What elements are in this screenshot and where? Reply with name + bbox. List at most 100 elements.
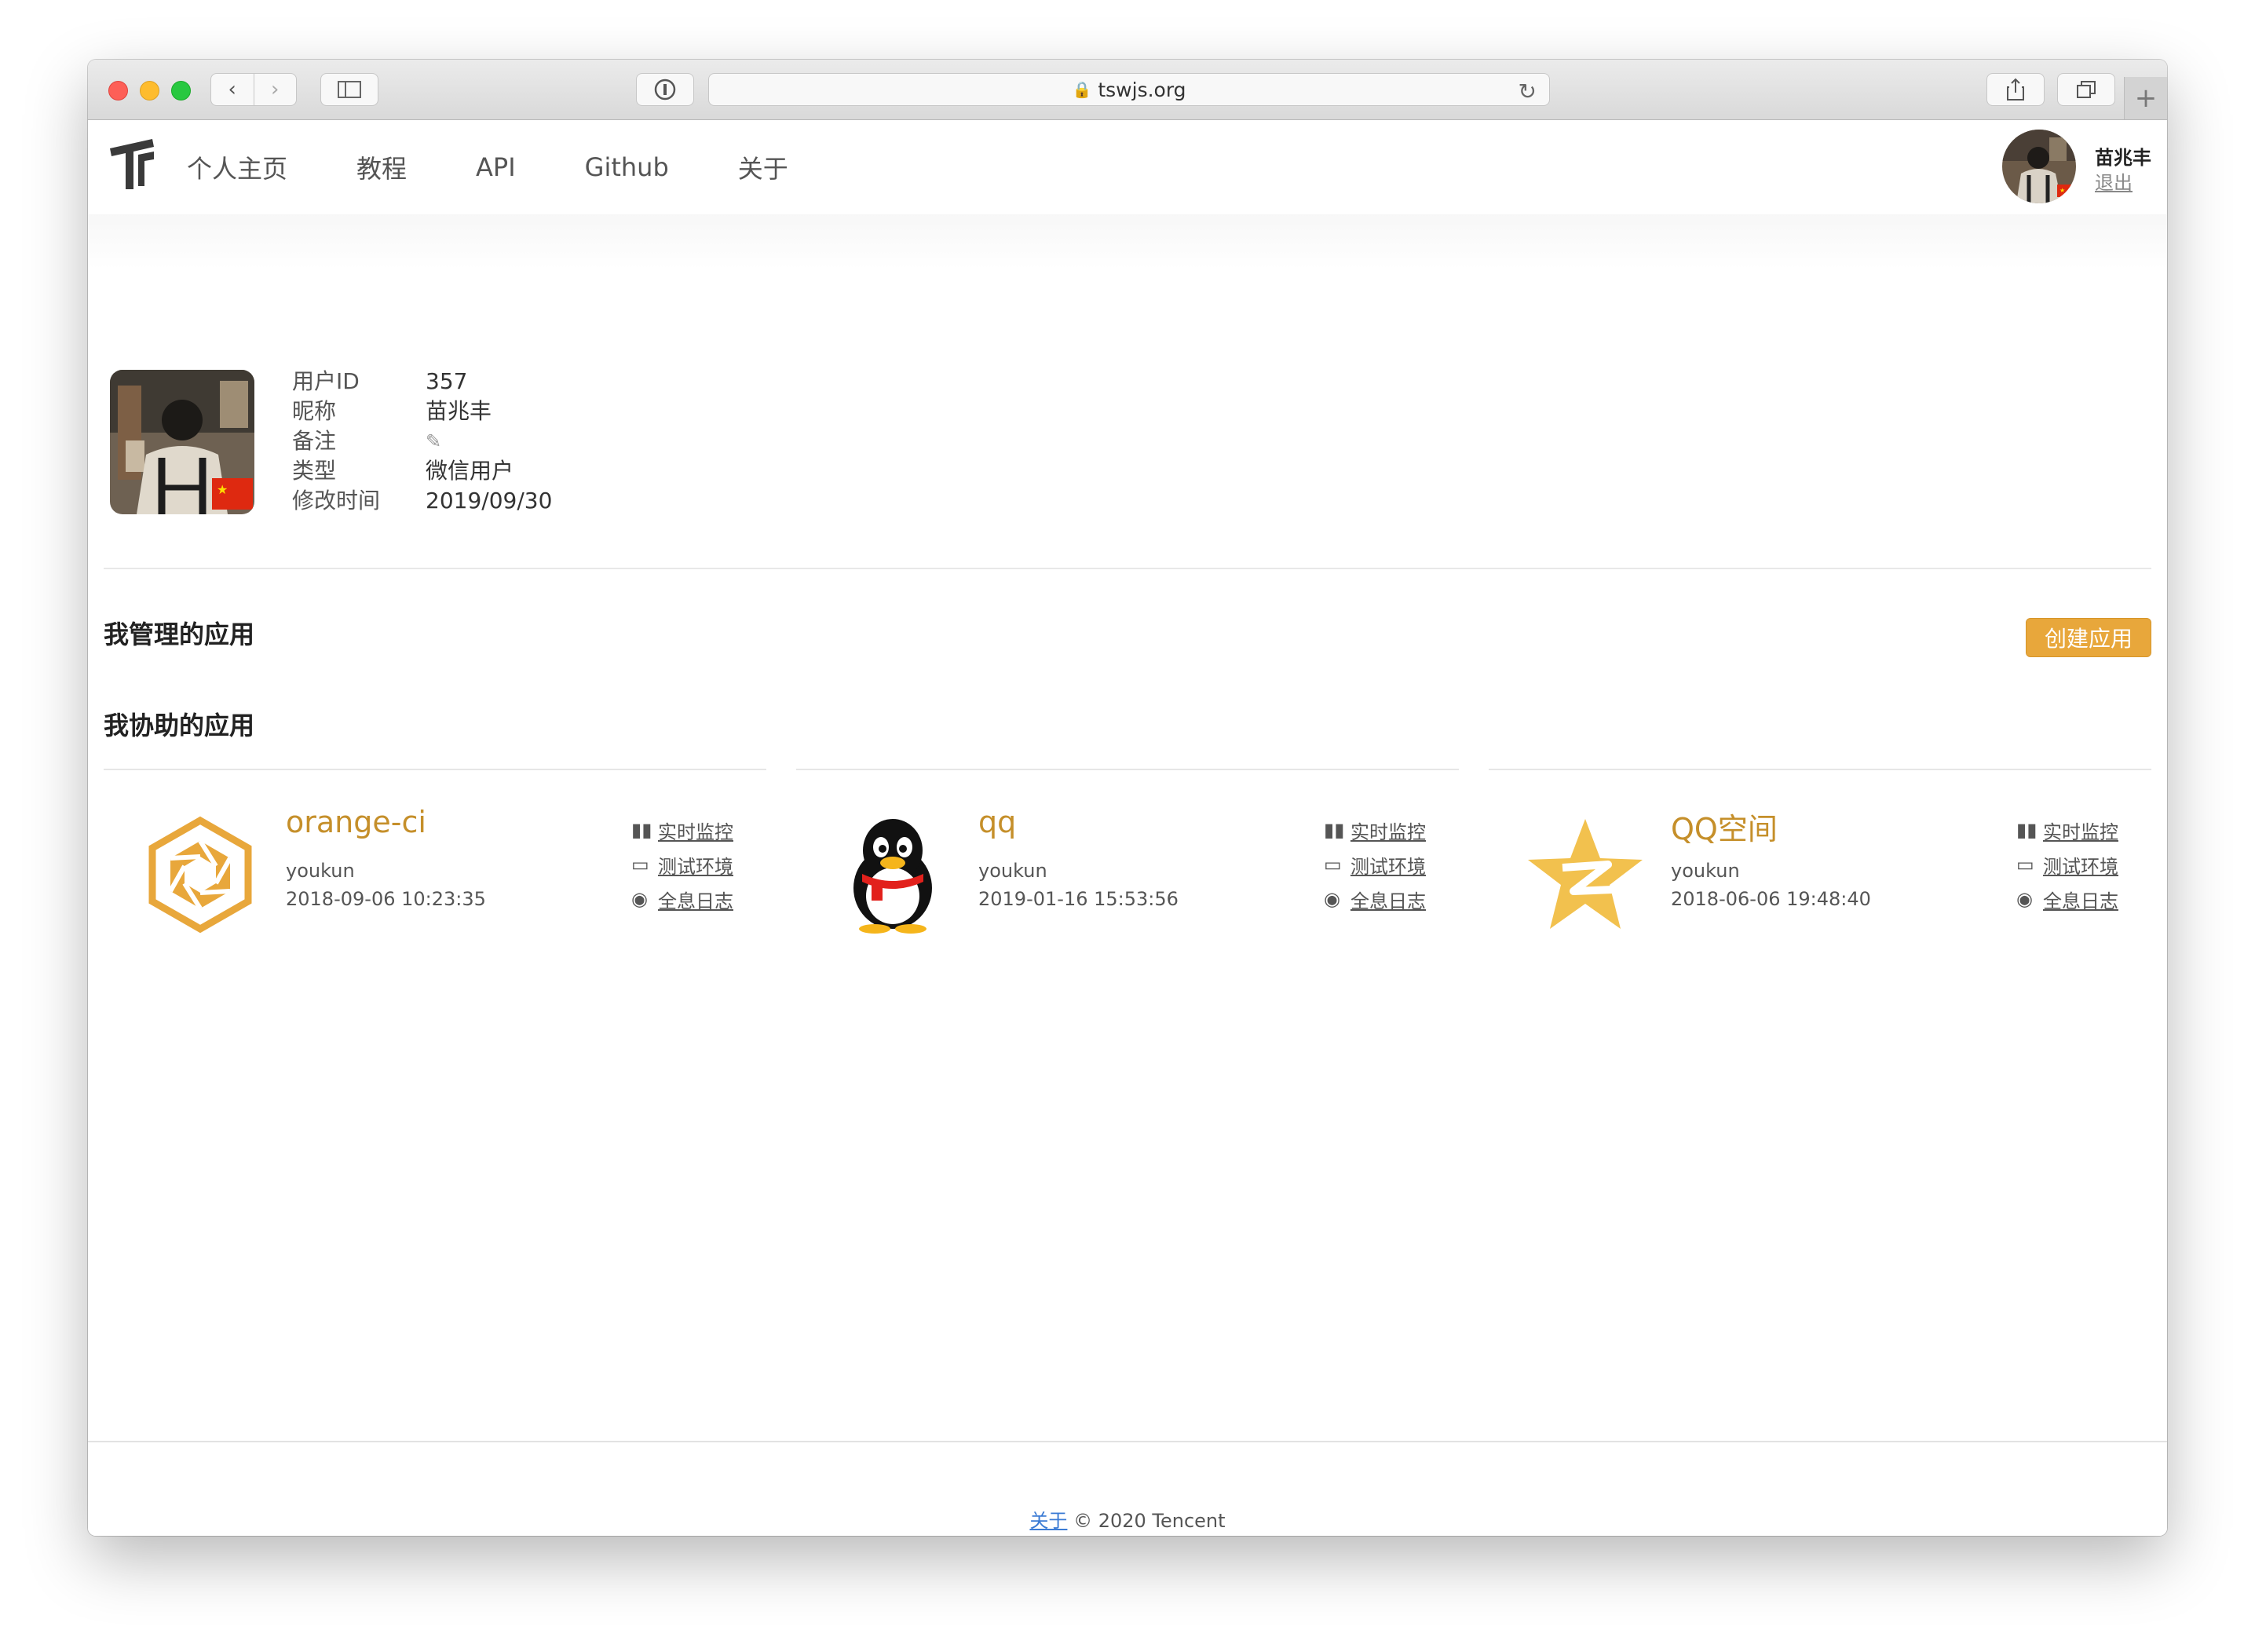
test-env-link[interactable]: ▭ 测试环境 — [1324, 847, 1426, 882]
app-date: 2018-06-06 19:48:40 — [1671, 888, 1871, 910]
password-manager-button[interactable] — [636, 73, 694, 106]
eye-icon: ◉ — [1324, 888, 1340, 910]
nav-item-about[interactable]: 关于 — [738, 149, 788, 185]
holographic-log-link[interactable]: ◉ 全息日志 — [1324, 882, 1426, 916]
password-icon — [654, 79, 676, 101]
video-camera-icon: ▭ — [1324, 853, 1342, 875]
app-title[interactable]: qq — [978, 805, 1016, 839]
browser-window: ‹ › 🔒 tswjs.org ↻ + 个人主页 教程 API Github 关… — [88, 60, 2167, 1536]
holographic-log-link[interactable]: ◉ 全息日志 — [2016, 882, 2118, 916]
nickname-value: 苗兆丰 — [426, 398, 492, 424]
info-row-remark: 备注 ✎ — [292, 426, 552, 456]
app-date: 2018-09-06 10:23:35 — [286, 888, 486, 910]
info-label: 备注 — [292, 428, 337, 454]
logout-link[interactable]: 退出 — [2095, 167, 2133, 195]
app-owner: youkun — [1671, 860, 1740, 882]
main-menu: 个人主页 教程 API Github 关于 — [187, 120, 857, 214]
app-title[interactable]: orange-ci — [286, 805, 426, 839]
svg-text:★: ★ — [217, 482, 228, 497]
user-avatar[interactable]: ★ — [2002, 130, 2076, 203]
share-icon — [2007, 78, 2024, 101]
app-links: ▮▮ 实时监控 ▭ 测试环境 ◉ 全息日志 — [2016, 813, 2118, 916]
forward-icon[interactable]: › — [253, 74, 297, 105]
tab-overview-button[interactable] — [2057, 73, 2115, 106]
test-env-link[interactable]: ▭ 测试环境 — [2016, 847, 2118, 882]
app-card-orange-ci: orange-ci youkun 2018-09-06 10:23:35 ▮▮ 实… — [104, 805, 766, 962]
browser-toolbar: ‹ › 🔒 tswjs.org ↻ + — [88, 60, 2167, 120]
eye-icon: ◉ — [631, 888, 648, 910]
app-date: 2019-01-16 15:53:56 — [978, 888, 1179, 910]
video-camera-icon: ▭ — [631, 853, 649, 875]
info-label: 修改时间 — [292, 488, 381, 514]
holographic-log-link[interactable]: ◉ 全息日志 — [631, 882, 733, 916]
app-owner: youkun — [286, 860, 355, 882]
sidebar-toggle-button[interactable] — [320, 73, 378, 106]
new-tab-button[interactable]: + — [2124, 77, 2167, 119]
app-card-qq: qq youkun 2019-01-16 15:53:56 ▮▮ 实时监控 ▭ 测试… — [796, 805, 1459, 962]
video-camera-icon: ▭ — [2016, 853, 2034, 875]
app-title[interactable]: QQ空间 — [1671, 805, 1778, 848]
page: 个人主页 教程 API Github 关于 ★ 苗兆丰 退出 ★ 用户ID 35… — [88, 120, 2167, 1536]
card-divider — [796, 769, 1459, 770]
nav-item-api[interactable]: API — [476, 152, 516, 182]
orange-ci-hexagon-icon[interactable] — [141, 816, 259, 934]
footer-divider — [88, 1441, 2167, 1442]
user-id-value: 357 — [426, 368, 468, 394]
close-window-button[interactable] — [108, 81, 128, 101]
qq-penguin-icon[interactable] — [834, 816, 952, 934]
create-app-button[interactable]: 创建应用 — [2026, 618, 2151, 657]
nav-shadow — [88, 206, 2167, 269]
back-icon[interactable]: ‹ — [211, 74, 254, 105]
card-divider — [1489, 769, 2151, 770]
share-button[interactable] — [1986, 73, 2045, 106]
bar-chart-icon: ▮▮ — [631, 819, 652, 841]
type-value: 微信用户 — [426, 458, 514, 484]
info-label: 用户ID — [292, 368, 360, 394]
card-divider — [104, 769, 766, 770]
nav-item-github[interactable]: Github — [585, 152, 669, 182]
address-bar[interactable]: 🔒 tswjs.org ↻ — [708, 73, 1550, 106]
url-text: tswjs.org — [1098, 78, 1186, 101]
managed-apps-title: 我管理的应用 — [104, 620, 255, 649]
tabs-icon — [2077, 81, 2096, 98]
app-links: ▮▮ 实时监控 ▭ 测试环境 ◉ 全息日志 — [631, 813, 733, 916]
bar-chart-icon: ▮▮ — [2016, 819, 2038, 841]
assisted-apps-title: 我协助的应用 — [104, 711, 255, 740]
user-name: 苗兆丰 — [2095, 147, 2151, 169]
history-nav: ‹ › — [210, 73, 297, 106]
realtime-monitor-link[interactable]: ▮▮ 实时监控 — [1324, 813, 1426, 847]
bar-chart-icon: ▮▮ — [1324, 819, 1345, 841]
test-env-link[interactable]: ▭ 测试环境 — [631, 847, 733, 882]
info-row-modified: 修改时间 2019/09/30 — [292, 486, 552, 516]
app-owner: youkun — [978, 860, 1047, 882]
svg-text:★: ★ — [2059, 187, 2065, 194]
nav-item-tutorial[interactable]: 教程 — [356, 149, 407, 185]
edit-remark-pencil-icon[interactable]: ✎ — [426, 426, 441, 456]
lock-icon: 🔒 — [1072, 80, 1092, 99]
qzone-star-icon[interactable] — [1526, 816, 1644, 934]
info-label: 类型 — [292, 458, 337, 484]
profile-info: 用户ID 357 昵称 苗兆丰 备注 ✎ 类型 微信用户 修改时间 2019/0… — [292, 367, 552, 516]
footer: 关于 © 2020 Tencent — [88, 1505, 2167, 1533]
footer-about-link[interactable]: 关于 — [1029, 1510, 1067, 1532]
app-card-qzone: QQ空间 youkun 2018-06-06 19:48:40 ▮▮ 实时监控 ▭… — [1489, 805, 2151, 962]
nav-item-home[interactable]: 个人主页 — [187, 149, 287, 185]
zoom-window-button[interactable] — [171, 81, 191, 101]
realtime-monitor-link[interactable]: ▮▮ 实时监控 — [631, 813, 733, 847]
realtime-monitor-link[interactable]: ▮▮ 实时监控 — [2016, 813, 2118, 847]
top-navbar: 个人主页 教程 API Github 关于 ★ 苗兆丰 退出 — [88, 120, 2167, 214]
profile-avatar: ★ — [110, 370, 254, 514]
info-row-type: 类型 微信用户 — [292, 456, 552, 486]
profile-divider — [104, 568, 2151, 569]
info-row-user-id: 用户ID 357 — [292, 367, 552, 397]
info-row-nickname: 昵称 苗兆丰 — [292, 397, 552, 426]
tsw-logo-icon[interactable] — [107, 137, 159, 192]
sidebar-icon — [338, 81, 361, 98]
footer-copyright: © 2020 Tencent — [1073, 1510, 1226, 1532]
minimize-window-button[interactable] — [140, 81, 159, 101]
eye-icon: ◉ — [2016, 888, 2033, 910]
reload-icon[interactable]: ↻ — [1519, 79, 1537, 104]
info-label: 昵称 — [292, 398, 337, 424]
app-links: ▮▮ 实时监控 ▭ 测试环境 ◉ 全息日志 — [1324, 813, 1426, 916]
modified-time-value: 2019/09/30 — [426, 488, 553, 514]
